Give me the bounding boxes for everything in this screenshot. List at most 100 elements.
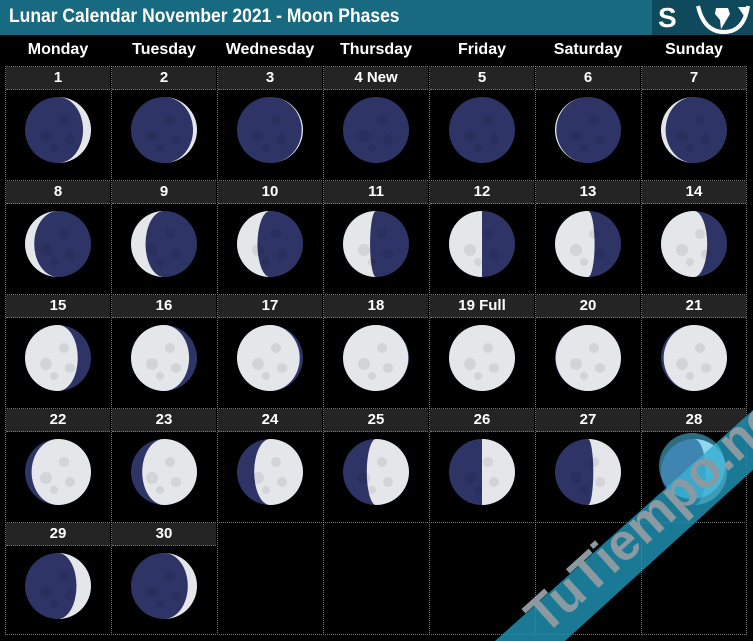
moon-crater (686, 144, 694, 152)
moon-phase-icon (554, 96, 622, 169)
day-cell: 6 (535, 66, 640, 179)
moon-crater (146, 358, 158, 370)
moon-crater (483, 115, 493, 125)
moon-crater (489, 363, 499, 373)
moon-crater (570, 130, 582, 142)
moon-crater (580, 486, 588, 494)
moon-crater (277, 363, 287, 373)
moon-crater (262, 144, 270, 152)
moon-crater (489, 477, 499, 487)
moon-phase-icon (660, 438, 728, 511)
weekday-wednesday: Wednesday (225, 41, 315, 58)
moon-crater (146, 472, 158, 484)
weekday-sunday: Sunday (665, 41, 723, 58)
day-number: 13 (536, 181, 640, 204)
moon-phase-icon (342, 210, 410, 283)
moon-phase-icon (554, 210, 622, 283)
moon-phase-icon (342, 96, 410, 169)
moon-crater (156, 486, 164, 494)
day-cell: 29 (5, 522, 110, 635)
moon-crater (464, 358, 476, 370)
day-number: 25 (324, 409, 428, 432)
weekday-saturday: Saturday (553, 41, 623, 58)
day-number: 4 New (324, 67, 428, 90)
day-cell: 12 (429, 180, 534, 293)
moon-crater (277, 135, 287, 145)
moon-crater (262, 486, 270, 494)
moon-crater (695, 457, 705, 467)
moon-phase-icon (448, 324, 516, 397)
moon-crater (40, 358, 52, 370)
day-cell: 30 (111, 522, 216, 635)
moon-crater (271, 229, 281, 239)
moon-crater (368, 258, 376, 266)
moon-crater (701, 477, 711, 487)
weekday-tuesday: Tuesday (132, 41, 196, 58)
moon-crater (271, 343, 281, 353)
moon-crater (277, 249, 287, 259)
moon-crater (252, 472, 264, 484)
day-number: 17 (218, 295, 322, 318)
weekday-thursday: Thursday (339, 41, 412, 58)
day-number: 14 (642, 181, 746, 204)
weekday-friday: Friday (457, 41, 506, 58)
moon-crater (368, 372, 376, 380)
moon-crater (595, 363, 605, 373)
moon-lit-portion (25, 325, 78, 391)
moon-crater (489, 249, 499, 259)
day-cell: 11 (323, 180, 428, 293)
moon-crater (171, 591, 181, 601)
day-number: 24 (218, 409, 322, 432)
moon-crater (271, 115, 281, 125)
moon-crater (59, 229, 69, 239)
moon-phase-icon (24, 552, 92, 625)
empty-cell (217, 522, 322, 635)
moon-crater (368, 144, 376, 152)
moon-lit-portion (237, 325, 300, 391)
day-number: 12 (430, 181, 534, 204)
day-number: 20 (536, 295, 640, 318)
day-cell: 8 (5, 180, 110, 293)
moon-crater (589, 115, 599, 125)
moon-crater (580, 258, 588, 266)
moon-crater (156, 600, 164, 608)
moon-crater (50, 372, 58, 380)
moon-crater (40, 586, 52, 598)
moon-crater (377, 457, 387, 467)
moon-crater (464, 244, 476, 256)
hemisphere-toggle[interactable]: S (652, 0, 753, 35)
moon-crater (50, 144, 58, 152)
day-number: 5 (430, 67, 534, 90)
moon-phase-icon (130, 324, 198, 397)
moon-crater (65, 249, 75, 259)
moon-crater (686, 258, 694, 266)
moon-crater (701, 363, 711, 373)
moon-phase-icon (130, 438, 198, 511)
moon-phase-icon (24, 96, 92, 169)
moon-crater (165, 229, 175, 239)
moon-crater (580, 144, 588, 152)
day-number: 2 (112, 67, 216, 90)
moon-crater (383, 135, 393, 145)
hemisphere-label: S (658, 2, 677, 33)
moon-lit-portion (555, 211, 595, 277)
moon-crater (156, 258, 164, 266)
moon-phase-icon (660, 210, 728, 283)
moon-phase-icon (448, 438, 516, 511)
moon-phase-icon (130, 210, 198, 283)
moon-crater (489, 135, 499, 145)
day-number: 21 (642, 295, 746, 318)
moon-lit-portion (449, 325, 515, 391)
day-number: 27 (536, 409, 640, 432)
day-cell: 22 (5, 408, 110, 521)
day-cell: 26 (429, 408, 534, 521)
moon-crater (595, 135, 605, 145)
moon-crater (483, 229, 493, 239)
moon-crater (40, 244, 52, 256)
moon-crater (40, 130, 52, 142)
moon-crater (464, 472, 476, 484)
moon-crater (695, 229, 705, 239)
day-cell: 18 (323, 294, 428, 407)
moon-crater (262, 372, 270, 380)
moon-disc (343, 97, 409, 163)
